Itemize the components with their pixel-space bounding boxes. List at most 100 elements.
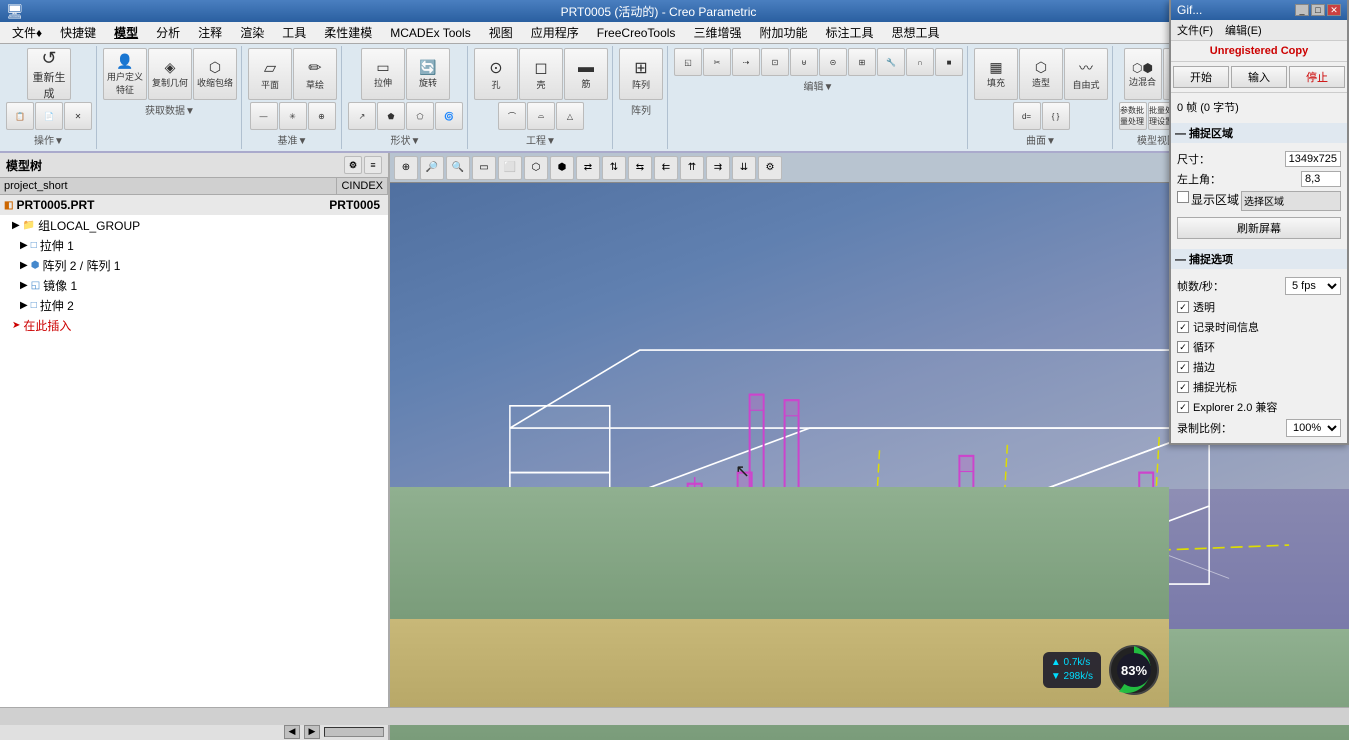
gif-fps-select[interactable]: 5 fps 10 fps 15 fps <box>1285 277 1341 295</box>
menu-render[interactable]: 渲染 <box>232 22 272 43</box>
gif-stop-button[interactable]: 停止 <box>1289 66 1345 88</box>
offset-button[interactable]: ⊝ <box>819 48 847 76</box>
menu-3d-enhance[interactable]: 三维增强 <box>685 22 749 43</box>
project-button[interactable]: ⊡ <box>761 48 789 76</box>
copy-geometry-button[interactable]: ◈ 复制几何 <box>148 48 192 100</box>
zoom-fit-button[interactable]: ⊕ <box>394 156 418 180</box>
menu-tools[interactable]: 工具 <box>274 22 314 43</box>
gif-minimize-button[interactable]: _ <box>1295 4 1309 16</box>
menu-view[interactable]: 视图 <box>481 22 521 43</box>
batch-process-button[interactable]: 参数批量处理 <box>1119 102 1147 130</box>
menu-app[interactable]: 应用程序 <box>523 22 587 43</box>
solidify-button[interactable]: ■ <box>935 48 963 76</box>
revolve-button[interactable]: 🔄 旋转 <box>406 48 450 100</box>
zoom-in-button[interactable]: 🔎 <box>420 156 444 180</box>
display-mode[interactable]: ⇊ <box>732 156 756 180</box>
gif-maximize-button[interactable]: □ <box>1311 4 1325 16</box>
gif-cursor-checkbox[interactable] <box>1177 381 1189 393</box>
regenerate-button[interactable]: ↺ 重新生成 <box>27 48 71 100</box>
fill-button[interactable]: ▦ 填充 <box>974 48 1018 100</box>
helical-button[interactable]: 🌀 <box>435 102 463 130</box>
intersect-button[interactable]: ∩ <box>906 48 934 76</box>
merge-button[interactable]: ⊎ <box>790 48 818 76</box>
view3d-button[interactable]: ⬡ <box>524 156 548 180</box>
gif-record-time-checkbox[interactable] <box>1177 321 1189 333</box>
draft-button[interactable]: △ <box>556 102 584 130</box>
sweep-button[interactable]: ↗ <box>348 102 376 130</box>
view-top[interactable]: ⇈ <box>680 156 704 180</box>
tree-expand-button[interactable]: ≡ <box>364 156 382 174</box>
display-settings[interactable]: ⚙ <box>758 156 782 180</box>
trim-button[interactable]: ✂ <box>703 48 731 76</box>
menu-file[interactable]: 文件♦ <box>4 22 50 43</box>
view-left[interactable]: ⇆ <box>628 156 652 180</box>
gif-scale-select[interactable]: 100% 75% 50% <box>1286 419 1341 437</box>
scroll-left-button[interactable]: ◀ <box>284 725 300 739</box>
gif-select-area-button[interactable]: 选择区域 <box>1241 191 1341 211</box>
gif-border-checkbox[interactable] <box>1177 361 1189 373</box>
menu-annotation-tool[interactable]: 标注工具 <box>817 22 881 43</box>
view-right[interactable]: ⇇ <box>654 156 678 180</box>
sweep-blend-button[interactable]: ⬠ <box>406 102 434 130</box>
scroll-track[interactable] <box>324 727 384 737</box>
menu-idea-tool[interactable]: 思想工具 <box>883 22 947 43</box>
gif-refresh-button[interactable]: 刷新屏幕 <box>1177 217 1341 239</box>
gif-explorer-checkbox[interactable] <box>1177 401 1189 413</box>
gif-edit-menu[interactable]: 编辑(E) <box>1221 21 1266 39</box>
copy-button[interactable]: 📋 <box>6 102 34 130</box>
menu-shortcut[interactable]: 快捷键 <box>52 22 104 43</box>
menu-analysis[interactable]: 分析 <box>148 22 188 43</box>
gif-input-button[interactable]: 输入 <box>1231 66 1287 88</box>
repair-button[interactable]: 🔧 <box>877 48 905 76</box>
menu-annotation[interactable]: 注释 <box>190 22 230 43</box>
gif-transparent-checkbox[interactable] <box>1177 301 1189 313</box>
list-item[interactable]: ▶ □ 拉伸 1 <box>0 235 388 255</box>
mirror-button[interactable]: ◱ <box>674 48 702 76</box>
menu-mcadex[interactable]: MCADEx Tools <box>382 24 478 42</box>
view-bottom[interactable]: ⇉ <box>706 156 730 180</box>
extrude-button[interactable]: ▭ 拉伸 <box>361 48 405 100</box>
thicken-button[interactable]: ⊞ <box>848 48 876 76</box>
menu-model[interactable]: 模型 <box>106 22 146 43</box>
delete-button[interactable]: ✕ <box>64 102 92 130</box>
list-item[interactable]: ➤ 在此插入 <box>0 315 388 335</box>
edge-blend-button[interactable]: ⬡⬢ 边混合 <box>1124 48 1162 100</box>
array-button[interactable]: ⊞ 阵列 <box>619 48 663 100</box>
shape3d-button[interactable]: ⬡ 造型 <box>1019 48 1063 100</box>
sketch-button[interactable]: ✏ 草绘 <box>293 48 337 100</box>
blend-button[interactable]: ⬟ <box>377 102 405 130</box>
shrinkwrap-button[interactable]: ⬡ 收缩包络 <box>193 48 237 100</box>
axis-button[interactable]: — <box>250 102 278 130</box>
rib-button[interactable]: ▬ 筋 <box>564 48 608 100</box>
view-front[interactable]: ⇄ <box>576 156 600 180</box>
pan-button[interactable]: ⬜ <box>498 156 522 180</box>
zoom-out-button[interactable]: 🔍 <box>446 156 470 180</box>
extend-button[interactable]: ⇢ <box>732 48 760 76</box>
param-button[interactable]: { } <box>1042 102 1070 130</box>
coord-button[interactable]: ⊕ <box>308 102 336 130</box>
gif-show-area-checkbox[interactable] <box>1177 191 1189 203</box>
plane-button[interactable]: ▱ 平面 <box>248 48 292 100</box>
gif-options-section[interactable]: — 捕捉选项 <box>1171 249 1347 269</box>
point-button[interactable]: ✳ <box>279 102 307 130</box>
gif-start-button[interactable]: 开始 <box>1173 66 1229 88</box>
named-view-button[interactable]: ⬢ <box>550 156 574 180</box>
list-item[interactable]: ▶ 📁 组LOCAL_GROUP <box>0 215 388 235</box>
scroll-right-button[interactable]: ▶ <box>304 725 320 739</box>
menu-addon[interactable]: 附加功能 <box>751 22 815 43</box>
freeform-button[interactable]: 〰 自由式 <box>1064 48 1108 100</box>
gif-capture-section[interactable]: — 捕捉区域 <box>1171 123 1347 143</box>
user-feature-button[interactable]: 👤 用户定义特征 <box>103 48 147 100</box>
paste-button[interactable]: 📄 <box>35 102 63 130</box>
gif-close-button[interactable]: ✕ <box>1327 4 1341 16</box>
menu-freecreo[interactable]: FreeCreoTools <box>589 24 684 42</box>
hole-button[interactable]: ⊙ 孔 <box>474 48 518 100</box>
gif-loop-checkbox[interactable] <box>1177 341 1189 353</box>
gif-file-menu[interactable]: 文件(F) <box>1173 21 1217 39</box>
view-back[interactable]: ⇅ <box>602 156 626 180</box>
relation-button[interactable]: d= <box>1013 102 1041 130</box>
fillet-button[interactable]: ⌒ <box>498 102 526 130</box>
list-item[interactable]: ▶ ◱ 镜像 1 <box>0 275 388 295</box>
list-item[interactable]: ▶ ⬢ 阵列 2 / 阵列 1 <box>0 255 388 275</box>
window-button[interactable]: ▭ <box>472 156 496 180</box>
